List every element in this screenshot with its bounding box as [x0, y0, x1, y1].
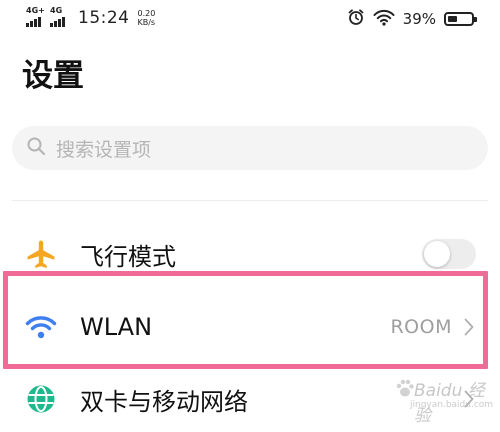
section-divider: [12, 200, 488, 201]
status-bar: 4G+ 4G 15:24 0.20 KB/s 39%: [0, 0, 500, 40]
toggle-knob: [424, 241, 450, 267]
sim2-signal-icon: 4G: [50, 7, 70, 29]
sim1-network-type: 4G+: [26, 6, 45, 15]
baidu-watermark: Baidu 经验 jingyan.baidu.com: [396, 374, 493, 426]
airplane-mode-toggle[interactable]: [422, 239, 476, 269]
airplane-mode-label: 飞行模式: [80, 242, 176, 271]
search-input[interactable]: 搜索设置项: [12, 126, 488, 170]
status-bar-left: 4G+ 4G 15:24 0.20 KB/s: [26, 7, 155, 29]
wifi-status-icon: [373, 9, 395, 30]
battery-percent: 39%: [402, 10, 436, 28]
sim1-signal-icon: 4G+: [26, 7, 46, 29]
battery-fill: [448, 16, 457, 22]
chevron-right-icon: [462, 317, 476, 337]
sim2-network-type: 4G: [50, 6, 63, 15]
network-speed-unit: KB/s: [137, 18, 156, 27]
search-placeholder: 搜索设置项: [56, 138, 152, 161]
battery-icon: [444, 12, 477, 26]
settings-item-wlan[interactable]: WLAN ROOM: [0, 294, 500, 360]
wifi-icon: [24, 310, 58, 344]
network-speed: 0.20 KB/s: [138, 9, 156, 27]
paw-logo-icon: [396, 378, 414, 402]
airplane-icon: [24, 237, 58, 271]
search-icon: [26, 136, 46, 160]
wlan-label: WLAN: [80, 313, 153, 341]
status-time: 15:24: [78, 8, 130, 28]
watermark-url: jingyan.baidu.com: [410, 400, 494, 410]
wlan-network-name: ROOM: [390, 316, 452, 338]
page-title: 设置: [22, 58, 84, 94]
status-bar-right: 39%: [347, 8, 477, 30]
settings-item-airplane-mode[interactable]: 飞行模式: [0, 221, 500, 287]
network-speed-value: 0.20: [137, 9, 156, 18]
alarm-icon: [347, 8, 365, 30]
globe-icon: [24, 382, 58, 416]
dual-sim-label: 双卡与移动网络: [80, 387, 248, 416]
